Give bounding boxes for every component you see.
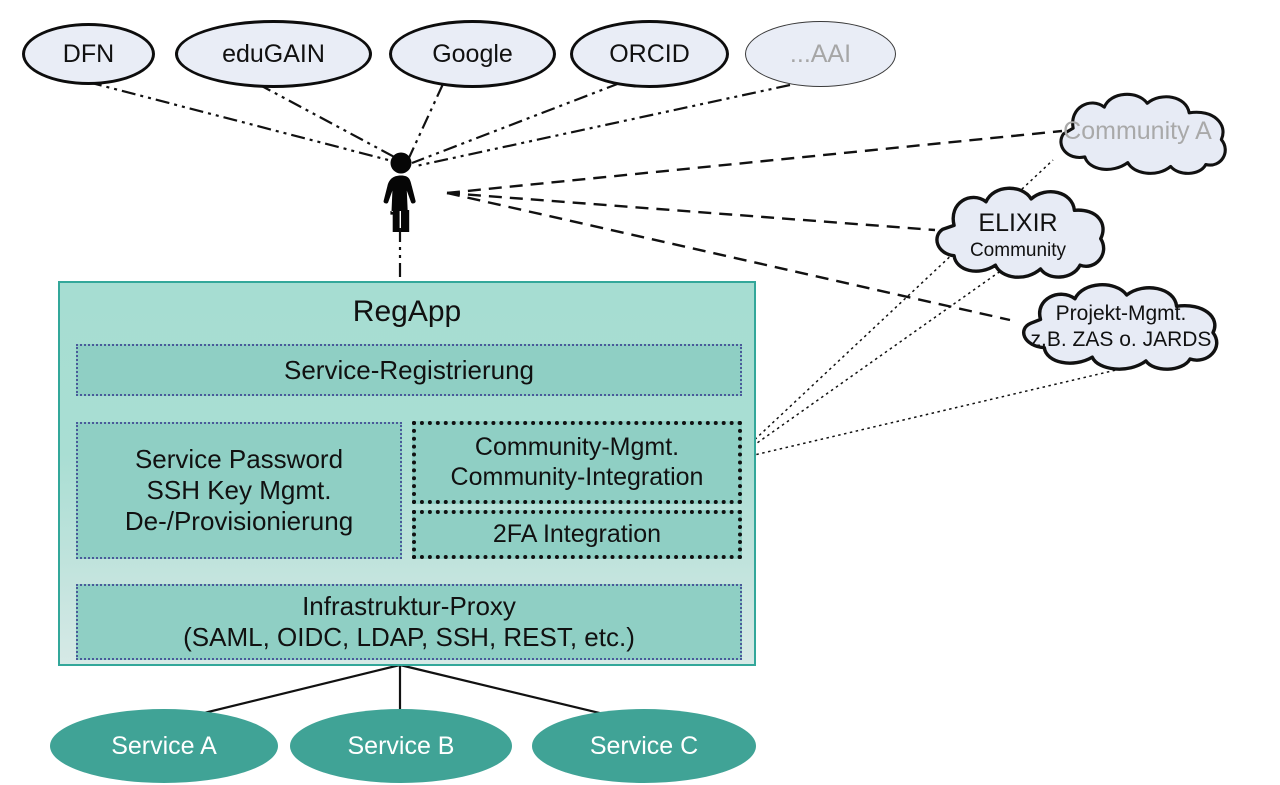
idp-label: ...AAI [789, 39, 852, 68]
line-aai-user [415, 83, 791, 168]
line-dfn-user [87, 80, 397, 164]
idp-label: eduGAIN [222, 39, 325, 68]
regapp-container: RegApp Service-Registrierung Service Pas… [58, 281, 756, 666]
service-ellipse-a[interactable]: Service A [50, 709, 278, 783]
panel-line: Community-Integration [450, 462, 704, 491]
panel-2fa-integration[interactable]: 2FA Integration [412, 510, 742, 559]
idp-ellipse-orcid[interactable]: ORCID [570, 20, 729, 88]
regapp-title: RegApp [352, 295, 462, 328]
service-label: Service C [589, 731, 699, 760]
panel-service-registrierung[interactable]: Service-Registrierung [76, 344, 742, 396]
panel-service-password[interactable]: Service Password SSH Key Mgmt. De-/Provi… [76, 422, 402, 559]
line-commmgmt-elixir [732, 269, 1003, 461]
cloud-shape [1059, 92, 1227, 175]
panel-line: Infrastruktur-Proxy [302, 591, 516, 622]
panel-community-mgmt[interactable]: Community-Mgmt. Community-Integration [412, 421, 742, 504]
diagram-canvas: DFN eduGAIN Google ORCID ...AAI Communit… [0, 0, 1280, 785]
idp-label: DFN [62, 39, 115, 68]
idp-label: ORCID [609, 39, 690, 68]
idp-ellipse-google[interactable]: Google [389, 20, 556, 88]
panel-line: (SAML, OIDC, LDAP, SSH, REST, etc.) [183, 622, 635, 652]
panel-line: Service Password [134, 444, 344, 475]
line-user-elixir [446, 191, 936, 232]
panel-line: Service-Registrierung [284, 354, 534, 385]
cloud-shape [1022, 283, 1219, 371]
service-label: Service B [347, 731, 455, 760]
cloud-projekt-mgmt[interactable]: Projekt-Mgmt. z.B. ZAS o. JARDS [1006, 278, 1236, 376]
user-person-icon [373, 152, 429, 232]
idp-ellipse-dfn[interactable]: DFN [22, 23, 155, 85]
cloud-elixir[interactable]: ELIXIR Community [924, 180, 1112, 286]
service-label: Service A [111, 731, 217, 760]
panel-line: De-/Provisionierung [124, 505, 354, 536]
cloud-shape [935, 186, 1106, 279]
service-ellipse-c[interactable]: Service C [532, 709, 756, 783]
line-edugain-user [257, 83, 401, 161]
idp-label: Google [432, 39, 513, 68]
service-ellipse-b[interactable]: Service B [290, 709, 512, 783]
person-icon [383, 152, 416, 232]
line-google-user [407, 83, 444, 161]
panel-line: 2FA Integration [492, 519, 662, 548]
panel-line: SSH Key Mgmt. [146, 475, 332, 506]
cloud-community-a[interactable]: Community A [1040, 88, 1235, 176]
line-orcid-user [411, 81, 621, 165]
panel-line: Community-Mgmt. [474, 433, 680, 461]
idp-ellipse-aai[interactable]: ...AAI [745, 21, 896, 87]
panel-infrastruktur-proxy[interactable]: Infrastruktur-Proxy (SAML, OIDC, LDAP, S… [76, 584, 742, 660]
idp-ellipse-edugain[interactable]: eduGAIN [175, 20, 372, 88]
